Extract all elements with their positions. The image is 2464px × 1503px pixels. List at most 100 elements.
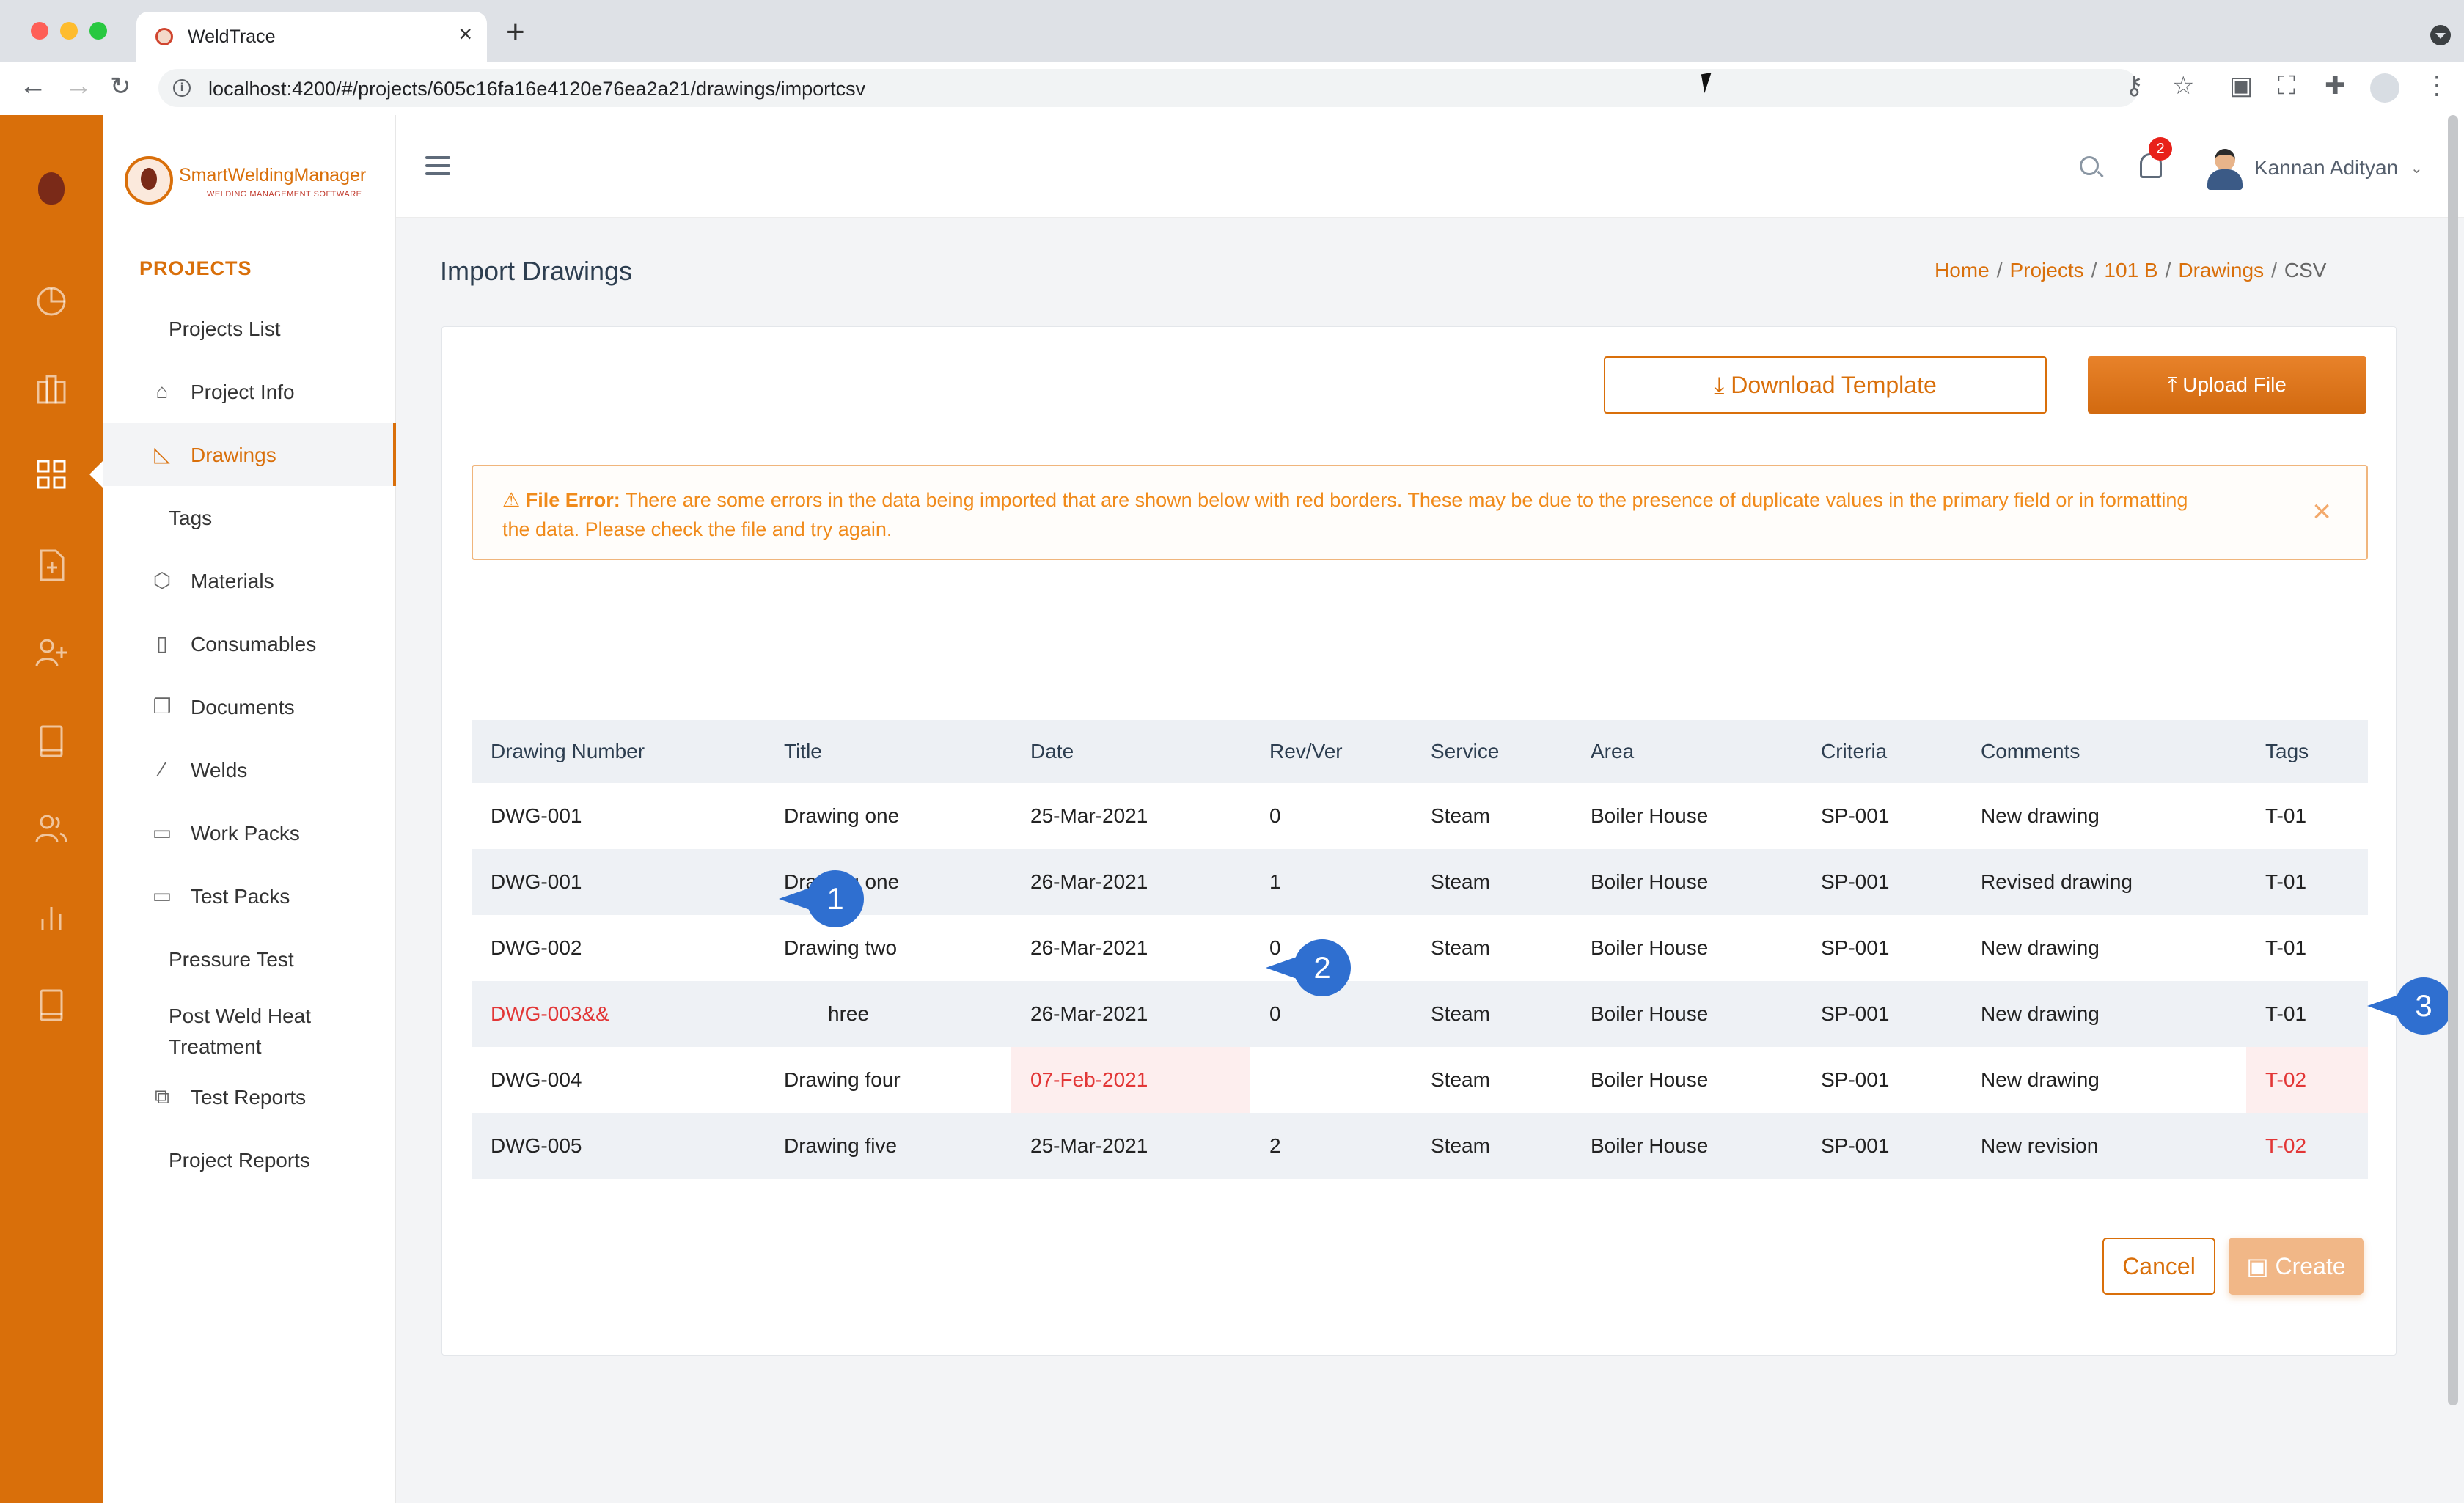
- reload-icon[interactable]: ↻: [110, 74, 131, 99]
- sidebar-item-test-packs[interactable]: ▭ Test Packs: [103, 864, 396, 927]
- sidebar-item-label: Test Packs: [191, 885, 290, 908]
- pie-chart-icon[interactable]: [34, 284, 69, 319]
- sidebar-item-projects-list[interactable]: Projects List: [103, 297, 396, 360]
- table-cell: Boiler House: [1591, 936, 1709, 959]
- breadcrumb-project[interactable]: 101 B: [2104, 259, 2157, 282]
- close-icon[interactable]: ×: [2312, 496, 2331, 528]
- table-cell: DWG-001: [472, 849, 765, 915]
- sidebar-item-label: Test Reports: [191, 1086, 307, 1109]
- table-row[interactable]: DWG-004 Drawing four 07-Feb-2021 Steam B…: [472, 1047, 2368, 1113]
- download-template-label: Download Template: [1731, 372, 1937, 398]
- create-button[interactable]: ▣ Create: [2229, 1238, 2364, 1295]
- column-header[interactable]: Area: [1572, 720, 1802, 783]
- table-row[interactable]: DWG-002 Drawing two 26-Mar-2021 0 Steam …: [472, 915, 2368, 981]
- brand-logo[interactable]: SmartWeldingManager WELDING MANAGEMENT S…: [125, 156, 374, 207]
- url-text[interactable]: localhost:4200/#/projects/605c16fa16e412…: [208, 78, 865, 100]
- close-tab-icon[interactable]: ×: [458, 22, 472, 45]
- forward-icon[interactable]: →: [65, 72, 92, 100]
- table-cell: New drawing: [1981, 1068, 2100, 1091]
- download-template-button[interactable]: ⤓ Download Template: [1604, 356, 2047, 414]
- table-cell: DWG-005: [472, 1113, 765, 1179]
- bookmark-star-icon[interactable]: ☆: [2172, 73, 2194, 98]
- column-header[interactable]: Rev/Ver: [1250, 720, 1412, 783]
- new-tab-icon[interactable]: +: [506, 16, 525, 48]
- sidebar-item-project-info[interactable]: ⌂ Project Info: [103, 360, 396, 423]
- menu-toggle-icon[interactable]: [425, 156, 450, 177]
- sidebar-item-documents[interactable]: ❐ Documents: [103, 675, 396, 738]
- sidebar-item-consumables[interactable]: ▯ Consumables: [103, 612, 396, 675]
- breadcrumb-separator: /: [2165, 259, 2171, 282]
- site-info-icon[interactable]: i: [173, 79, 191, 97]
- sidebar-item-project-reports[interactable]: Project Reports: [103, 1128, 396, 1191]
- column-header[interactable]: Criteria: [1802, 720, 1962, 783]
- table-row[interactable]: DWG-001 Drawing one 25-Mar-2021 0 Steam …: [472, 783, 2368, 849]
- bar-chart-icon[interactable]: [34, 900, 69, 935]
- table-cell: T-01: [2265, 804, 2307, 827]
- avatar[interactable]: [2206, 147, 2244, 190]
- sidebar-item-test-reports[interactable]: ⧉ Test Reports: [103, 1065, 396, 1128]
- table-cell: 25-Mar-2021: [1030, 804, 1148, 827]
- table-cell: New drawing: [1981, 936, 2100, 959]
- column-header[interactable]: Drawing Number: [472, 720, 765, 783]
- chevron-down-icon[interactable]: ⌄: [2410, 159, 2423, 177]
- sidebar-item-work-packs[interactable]: ▭ Work Packs: [103, 801, 396, 864]
- key-icon[interactable]: ⚷: [2125, 73, 2144, 98]
- search-icon[interactable]: [2080, 156, 2099, 175]
- breadcrumb-projects[interactable]: Projects: [2009, 259, 2083, 282]
- browser-tab[interactable]: WeldTrace ×: [136, 12, 487, 62]
- sidebar-item-drawings[interactable]: ◺ Drawings: [103, 423, 396, 486]
- column-header[interactable]: Title: [765, 720, 1011, 783]
- table-cell: Revised drawing: [1962, 849, 2246, 915]
- breadcrumb-home[interactable]: Home: [1935, 259, 1990, 282]
- book-icon[interactable]: [34, 724, 69, 759]
- table-cell: SP-001: [1802, 981, 1962, 1047]
- table-cell: Drawing five: [765, 1113, 1011, 1179]
- sidebar-item-label: Project Reports: [169, 1149, 310, 1172]
- breadcrumb-drawings[interactable]: Drawings: [2178, 259, 2264, 282]
- table-cell: SP-001: [1802, 1113, 1962, 1179]
- profile-icon[interactable]: [2370, 73, 2399, 103]
- column-header[interactable]: Comments: [1962, 720, 2246, 783]
- minimize-window-button[interactable]: [60, 22, 78, 40]
- create-label: Create: [2275, 1253, 2346, 1279]
- column-header[interactable]: Tags: [2246, 720, 2368, 783]
- sidebar-item-pressure-test[interactable]: Pressure Test: [103, 927, 396, 991]
- user-add-icon[interactable]: [34, 636, 69, 671]
- puzzle-icon[interactable]: ✚: [2325, 73, 2346, 98]
- table-row[interactable]: DWG-001 Drawing one 26-Mar-2021 1 Steam …: [472, 849, 2368, 915]
- upload-file-button[interactable]: ⤒ Upload File: [2088, 356, 2366, 414]
- sidebar-item-post-weld-heat-treatment[interactable]: Post Weld Heat Treatment: [103, 989, 396, 1062]
- screenshot-icon[interactable]: ⛶: [2278, 73, 2295, 98]
- grid-icon[interactable]: [34, 457, 69, 492]
- table-row[interactable]: DWG-005 Drawing five 25-Mar-2021 2 Steam…: [472, 1113, 2368, 1179]
- sidebar-item-materials[interactable]: ⬡ Materials: [103, 549, 396, 612]
- table-row[interactable]: DWG-003&& hree 26-Mar-2021 0 Steam Boile…: [472, 981, 2368, 1047]
- column-header[interactable]: Date: [1011, 720, 1250, 783]
- address-bar[interactable]: i localhost:4200/#/projects/605c16fa16e4…: [158, 69, 2138, 107]
- user-name[interactable]: Kannan Adityan: [2254, 156, 2398, 180]
- sidebar-item-label: Materials: [191, 570, 274, 592]
- sidebar-item-welds[interactable]: ⁄ Welds: [103, 738, 396, 801]
- table-header-row: Drawing Number Title Date Rev/Ver Servic…: [472, 720, 2368, 783]
- maximize-window-button[interactable]: [89, 22, 107, 40]
- breadcrumb-current: CSV: [2284, 259, 2327, 282]
- rail-logo-icon[interactable]: [38, 172, 65, 205]
- close-window-button[interactable]: [31, 22, 48, 40]
- copy-icon: ⧉: [155, 1085, 169, 1108]
- app-root: SmartWeldingManager WELDING MANAGEMENT S…: [0, 115, 2464, 1503]
- table-cell-error: 07-Feb-2021: [1011, 1047, 1250, 1113]
- column-header[interactable]: Service: [1412, 720, 1572, 783]
- buildings-icon[interactable]: [34, 372, 69, 407]
- extension-icon[interactable]: ▣: [2229, 73, 2253, 98]
- file-add-icon[interactable]: [34, 548, 69, 583]
- book-icon[interactable]: [34, 988, 69, 1023]
- page-scrollbar[interactable]: [2448, 115, 2458, 1405]
- tab-search-icon[interactable]: [2430, 25, 2451, 45]
- alert-message: There are some errors in the data being …: [502, 489, 2188, 540]
- users-icon[interactable]: [34, 812, 69, 847]
- back-icon[interactable]: ←: [19, 72, 47, 100]
- sidebar-item-tags[interactable]: Tags: [103, 486, 396, 549]
- callout-marker: 2: [1266, 939, 1351, 996]
- cancel-button[interactable]: Cancel: [2102, 1238, 2215, 1295]
- browser-menu-icon[interactable]: ⋮: [2424, 73, 2449, 98]
